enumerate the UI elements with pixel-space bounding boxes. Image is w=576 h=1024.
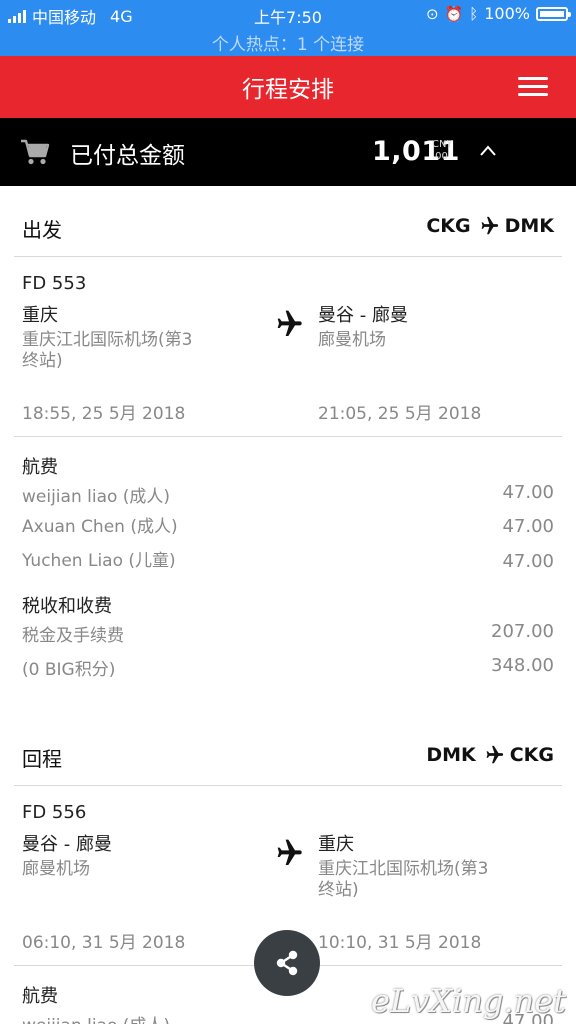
plane-icon bbox=[277, 310, 302, 336]
outbound-route: CKG DMK bbox=[426, 215, 554, 237]
plane-icon bbox=[277, 839, 302, 865]
arrival-time: 10:10, 31 5月 2018 bbox=[318, 933, 482, 953]
tax-item-amount: 348.00 bbox=[491, 655, 554, 676]
flight-number: FD 556 bbox=[22, 802, 87, 823]
total-label: 已付总金额 bbox=[70, 143, 185, 169]
cart-icon bbox=[21, 139, 50, 165]
itinerary-content[interactable]: 出发 CKG DMK FD 553 重庆 重庆江北国际机场(第3 终站) 曼谷 … bbox=[0, 186, 576, 1024]
divider bbox=[14, 785, 562, 786]
fare-heading: 航费 bbox=[22, 457, 58, 478]
passenger-fare: 47.00 bbox=[502, 482, 554, 503]
origin-city: 重庆 bbox=[22, 305, 58, 326]
plane-icon bbox=[481, 216, 498, 235]
return-heading: 回程 bbox=[22, 747, 62, 771]
divider bbox=[14, 436, 562, 437]
tax-item-name: (0 BIG积分) bbox=[22, 660, 116, 680]
outbound-heading: 出发 bbox=[22, 218, 62, 242]
destination-airport-line2: 终站) bbox=[318, 880, 359, 900]
passenger-name: Yuchen Liao (儿童) bbox=[22, 551, 176, 571]
tax-heading: 税收和收费 bbox=[22, 596, 112, 617]
share-icon bbox=[276, 950, 298, 976]
hotspot-banner[interactable]: 个人热点：1 个连接 bbox=[0, 30, 576, 55]
passenger-name: weijian liao (成人) bbox=[22, 487, 171, 507]
page-title: 行程安排 bbox=[242, 77, 334, 103]
chevron-up-icon[interactable] bbox=[480, 143, 496, 159]
fare-heading: 航费 bbox=[22, 986, 58, 1007]
alarm-icon: ⏰ bbox=[444, 4, 464, 23]
divider bbox=[14, 256, 562, 257]
origin-airport: 廊曼机场 bbox=[22, 859, 90, 879]
plane-icon bbox=[486, 745, 503, 764]
origin-airport-line2: 终站) bbox=[22, 351, 63, 371]
status-bar: 中国移动 4G 上午7:50 ⊙ ⏰ ᛒ 100% 个人热点：1 个连接 bbox=[0, 0, 576, 56]
departure-time: 06:10, 31 5月 2018 bbox=[22, 933, 186, 953]
passenger-fare: 47.00 bbox=[502, 516, 554, 537]
destination-airport: 廊曼机场 bbox=[318, 330, 386, 350]
tax-item-amount: 207.00 bbox=[491, 621, 554, 642]
arrival-time: 21:05, 25 5月 2018 bbox=[318, 404, 482, 424]
share-button[interactable] bbox=[254, 930, 320, 996]
battery-icon bbox=[536, 6, 571, 21]
passenger-name: Axuan Chen (成人) bbox=[22, 517, 178, 537]
return-route: DMK CKG bbox=[426, 744, 554, 766]
destination-city: 曼谷 - 廊曼 bbox=[318, 305, 408, 326]
total-currency: CNY .00 bbox=[432, 139, 453, 162]
departure-time: 18:55, 25 5月 2018 bbox=[22, 404, 186, 424]
menu-icon[interactable] bbox=[518, 77, 548, 97]
total-paid-bar[interactable]: 已付总金额 1,011 CNY .00 bbox=[0, 118, 576, 186]
bluetooth-icon: ᛒ bbox=[469, 4, 479, 23]
passenger-name: weijian liao (成人) bbox=[22, 1011, 170, 1024]
rotation-lock-icon: ⊙ bbox=[425, 4, 439, 23]
destination-city: 重庆 bbox=[318, 834, 354, 855]
flight-number: FD 553 bbox=[22, 273, 87, 294]
origin-city: 曼谷 - 廊曼 bbox=[22, 834, 112, 855]
tax-item-name: 税金及手续费 bbox=[22, 626, 124, 646]
battery-percent: 100% bbox=[484, 4, 530, 23]
watermark: eLvXing.net bbox=[371, 982, 566, 1020]
passenger-fare: 47.00 bbox=[502, 551, 554, 572]
app-header: 行程安排 bbox=[0, 56, 576, 118]
